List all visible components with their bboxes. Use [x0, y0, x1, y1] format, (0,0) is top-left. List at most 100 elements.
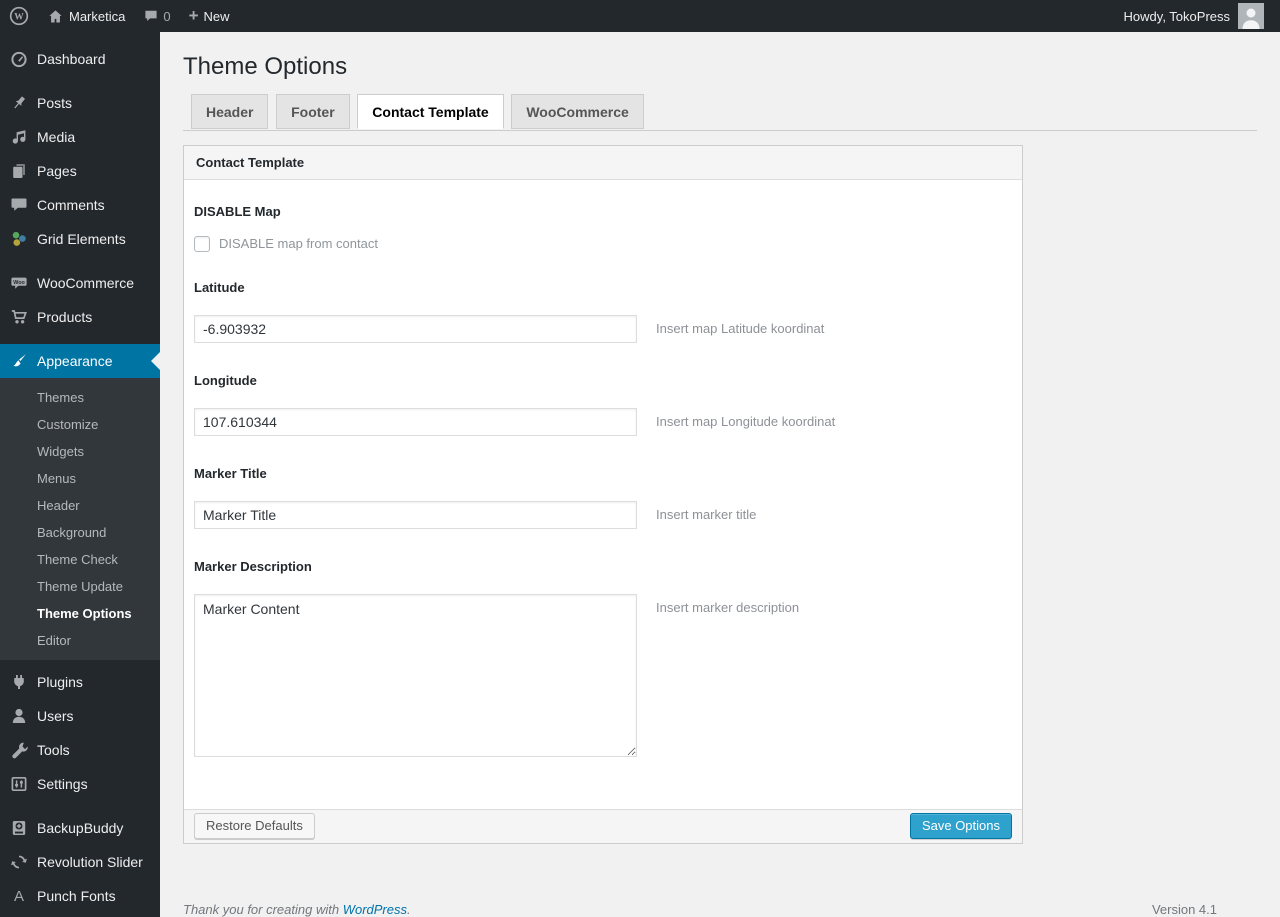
letter-a-icon: A [13, 887, 24, 905]
account-menu[interactable]: Howdy, TokoPress [1115, 0, 1273, 32]
sidebar-item-punch-fonts[interactable]: A Punch Fonts [0, 879, 160, 913]
marker-title-input[interactable] [194, 500, 637, 529]
comments-menu[interactable]: 0 [134, 0, 179, 32]
marker-title-hint: Insert marker title [656, 507, 757, 523]
sidebar-item-label: Revolution Slider [37, 854, 143, 870]
longitude-hint: Insert map Longitude koordinat [656, 414, 836, 430]
sidebar-item-label: Appearance [37, 353, 113, 369]
sidebar-item-backupbuddy[interactable]: BackupBuddy [0, 811, 160, 845]
marker-description-label: Marker Description [194, 558, 312, 574]
site-name-menu[interactable]: Marketica [38, 0, 134, 32]
media-icon [9, 127, 29, 147]
save-options-button[interactable]: Save Options [909, 813, 1012, 840]
submenu-item-menus[interactable]: Menus [0, 465, 160, 492]
sidebar-item-plugins[interactable]: Plugins [0, 665, 160, 699]
marker-description-hint: Insert marker description [656, 599, 800, 615]
longitude-label: Longitude [194, 372, 257, 388]
longitude-input[interactable] [194, 407, 637, 436]
comment-count: 0 [163, 8, 171, 24]
tab-footer[interactable]: Footer [276, 93, 350, 129]
sidebar-item-label: Pages [37, 163, 77, 179]
submenu-item-background[interactable]: Background [0, 519, 160, 546]
marker-description-field: Marker Description Marker Content Insert… [194, 559, 1012, 757]
tab-woocommerce[interactable]: WooCommerce [511, 93, 644, 129]
submenu-item-theme-options[interactable]: Theme Options [0, 600, 160, 627]
submenu-item-customize[interactable]: Customize [0, 411, 160, 438]
plugin-icon [9, 672, 29, 692]
sidebar-item-pages[interactable]: Pages [0, 154, 160, 188]
sidebar-item-label: WooCommerce [37, 275, 134, 291]
sidebar-item-woocommerce[interactable]: Woo WooCommerce [0, 266, 160, 300]
sidebar-item-label: Punch Fonts [37, 888, 116, 904]
wordpress-logo-icon: W [9, 6, 29, 26]
tab-contact-template[interactable]: Contact Template [357, 93, 504, 129]
howdy-text: Howdy, TokoPress [1123, 8, 1230, 24]
sidebar-item-users[interactable]: Users [0, 699, 160, 733]
svg-text:Woo: Woo [13, 280, 25, 286]
user-avatar [1238, 3, 1264, 29]
site-name-label: Marketica [69, 8, 126, 24]
sidebar-item-products[interactable]: Products [0, 300, 160, 334]
submenu-item-theme-check[interactable]: Theme Check [0, 546, 160, 573]
submenu-item-themes[interactable]: Themes [0, 384, 160, 411]
home-icon [47, 8, 64, 25]
sidebar-item-tools[interactable]: Tools [0, 733, 160, 767]
sidebar-item-label: Users [37, 708, 74, 724]
restore-defaults-button[interactable]: Restore Defaults [194, 813, 315, 840]
sidebar-item-revolution-slider[interactable]: Revolution Slider [0, 845, 160, 879]
tab-header[interactable]: Header [191, 93, 269, 129]
brush-icon [9, 351, 29, 371]
wordpress-logo-menu[interactable]: W [0, 0, 38, 32]
submenu-item-widgets[interactable]: Widgets [0, 438, 160, 465]
sidebar-item-appearance[interactable]: Appearance [0, 344, 160, 378]
grid-elements-icon [9, 229, 29, 249]
current-menu-arrow [151, 352, 160, 370]
page-title: Theme Options [183, 53, 348, 80]
sidebar-item-label: Posts [37, 95, 73, 111]
sidebar-item-label: Settings [37, 776, 88, 792]
sidebar-item-label: Comments [37, 197, 105, 213]
latitude-hint: Insert map Latitude koordinat [656, 321, 825, 337]
menu-separator [0, 256, 160, 266]
marker-description-textarea[interactable]: Marker Content [194, 593, 637, 757]
cart-icon [9, 307, 29, 327]
pages-icon [9, 161, 29, 181]
new-label: New [203, 8, 230, 24]
cycle-arrows-icon [9, 852, 29, 872]
version-text: Version 4.1 [1151, 901, 1217, 917]
main-content: Theme Options Header Footer Contact Temp… [160, 0, 1280, 917]
latitude-input[interactable] [194, 314, 637, 343]
comments-icon [9, 195, 29, 215]
admin-bar: W Marketica 0 + New Howdy, TokoPress [0, 0, 1280, 32]
disable-map-checkbox-label: DISABLE map from contact [219, 236, 378, 252]
latitude-field: Latitude Insert map Latitude koordinat [194, 280, 1012, 343]
wordpress-link[interactable]: WordPress [343, 902, 407, 917]
footer-thanks-text: Thank you for creating with WordPress. [183, 902, 411, 917]
sidebar-item-dashboard[interactable]: Dashboard [0, 42, 160, 76]
sidebar-item-label: Dashboard [37, 51, 106, 67]
sidebar-item-settings[interactable]: Settings [0, 767, 160, 801]
sidebar-item-label: Media [37, 129, 76, 145]
user-icon [9, 706, 29, 726]
pushpin-icon [9, 93, 29, 113]
new-content-menu[interactable]: + New [180, 0, 239, 32]
woocommerce-icon: Woo [9, 273, 29, 293]
marker-title-field: Marker Title Insert marker title [194, 466, 1012, 529]
submenu-item-editor[interactable]: Editor [0, 627, 160, 654]
admin-sidebar: Dashboard Posts Media Pages Comments Gri… [0, 32, 160, 917]
submenu-item-theme-update[interactable]: Theme Update [0, 573, 160, 600]
sidebar-item-comments[interactable]: Comments [0, 188, 160, 222]
longitude-field: Longitude Insert map Longitude koordinat [194, 373, 1012, 436]
submenu-item-header[interactable]: Header [0, 492, 160, 519]
disable-map-checkbox[interactable] [194, 235, 210, 252]
wrench-icon [9, 740, 29, 760]
contact-template-panel: Contact Template DISABLE Map DISABLE map… [183, 144, 1023, 844]
sidebar-item-grid-elements[interactable]: Grid Elements [0, 222, 160, 256]
sidebar-item-posts[interactable]: Posts [0, 86, 160, 120]
comment-bubble-icon [143, 8, 159, 24]
sidebar-item-label: Plugins [37, 674, 83, 690]
backup-disk-icon [9, 818, 29, 838]
menu-separator [0, 801, 160, 811]
sidebar-item-media[interactable]: Media [0, 120, 160, 154]
marker-title-label: Marker Title [194, 465, 267, 481]
